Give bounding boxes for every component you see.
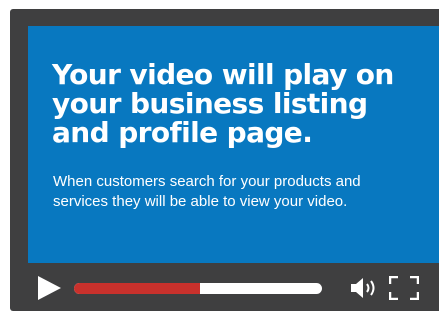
- volume-button[interactable]: [350, 277, 378, 299]
- progress-bar[interactable]: [74, 283, 322, 294]
- fullscreen-button[interactable]: [389, 276, 419, 300]
- player-controls: [28, 263, 439, 311]
- play-button[interactable]: [36, 275, 62, 301]
- video-headline: Your video will play on your business li…: [52, 58, 394, 149]
- play-icon: [38, 276, 61, 300]
- video-description: When customers search for your products …: [53, 173, 361, 210]
- progress-fill: [74, 283, 201, 294]
- volume-icon: [351, 278, 375, 298]
- fullscreen-icon: [389, 276, 419, 300]
- video-screen[interactable]: Your video will play on your business li…: [28, 26, 439, 263]
